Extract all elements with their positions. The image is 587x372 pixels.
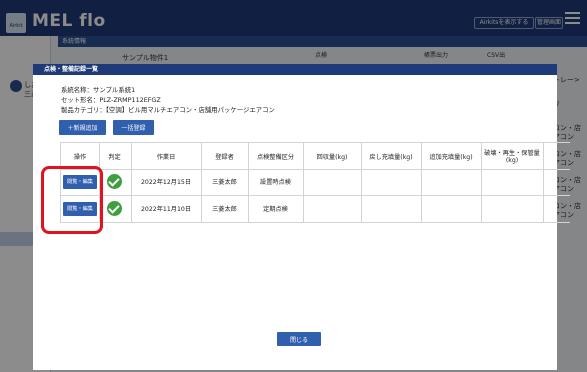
col-header-recovered: 回収量(kg) <box>303 143 362 169</box>
registrant-cell: 三菱太郎 <box>201 195 249 222</box>
table-row: 閲覧・編集 2022年12月15日 三菱太郎 設置時点検 <box>60 168 570 196</box>
judgement-cell <box>98 195 132 222</box>
col-header-added: 追加充填量(kg) <box>421 143 482 169</box>
col-header-category: 点検整備区分 <box>248 143 304 169</box>
recovered-cell <box>303 195 362 222</box>
destroyed-cell <box>481 195 544 222</box>
judgement-cell <box>98 168 132 195</box>
table-row: 閲覧・編集 2022年11月10日 三菱太郎 定期点検 <box>60 195 570 223</box>
col-header-action: 操作 <box>60 143 100 169</box>
category-cell: 設置時点検 <box>248 168 304 195</box>
col-header-registrant: 登録者 <box>201 143 249 169</box>
added-cell <box>421 168 482 195</box>
returned-cell <box>361 195 422 222</box>
action-cell: 閲覧・編集 <box>60 168 100 195</box>
action-cell: 閲覧・編集 <box>60 195 100 222</box>
check-circle-icon <box>107 201 122 216</box>
col-header-date: 作業日 <box>131 143 202 169</box>
registrant-cell: 三菱太郎 <box>201 168 249 195</box>
close-button[interactable]: 閉じる <box>277 332 321 346</box>
check-circle-icon <box>107 174 122 189</box>
view-edit-button[interactable]: 閲覧・編集 <box>63 174 97 189</box>
category-cell: 定期点検 <box>248 195 304 222</box>
col-header-destroyed: 破壊・再生・保管量(kg) <box>481 143 544 169</box>
added-cell <box>421 195 482 222</box>
col-header-returned: 戻し充填量(kg) <box>361 143 422 169</box>
add-new-button[interactable]: ＋新規追加 <box>59 120 106 135</box>
col-header-judgement: 判定 <box>98 143 132 169</box>
set-model: セット形名：PLZ-ZRMP112EFGZ <box>61 96 161 104</box>
table-header-row: 操作 判定 作業日 登録者 点検整備区分 回収量(kg) 戻し充填量(kg) 追… <box>60 142 570 170</box>
bulk-register-button[interactable]: 一括登録 <box>113 120 154 135</box>
product-category: 製品カテゴリ：【空調】ビル用マルチエアコン・店舗用パッケージエアコン <box>61 106 275 114</box>
returned-cell <box>361 168 422 195</box>
date-cell: 2022年11月10日 <box>131 195 202 222</box>
system-name: 系統名称：サンプル系統1 <box>61 86 136 94</box>
view-edit-button[interactable]: 閲覧・編集 <box>63 201 97 216</box>
date-cell: 2022年12月15日 <box>131 168 202 195</box>
destroyed-cell <box>481 168 544 195</box>
modal-title: 点検・整備記録一覧 <box>33 64 557 75</box>
recovered-cell <box>303 168 362 195</box>
